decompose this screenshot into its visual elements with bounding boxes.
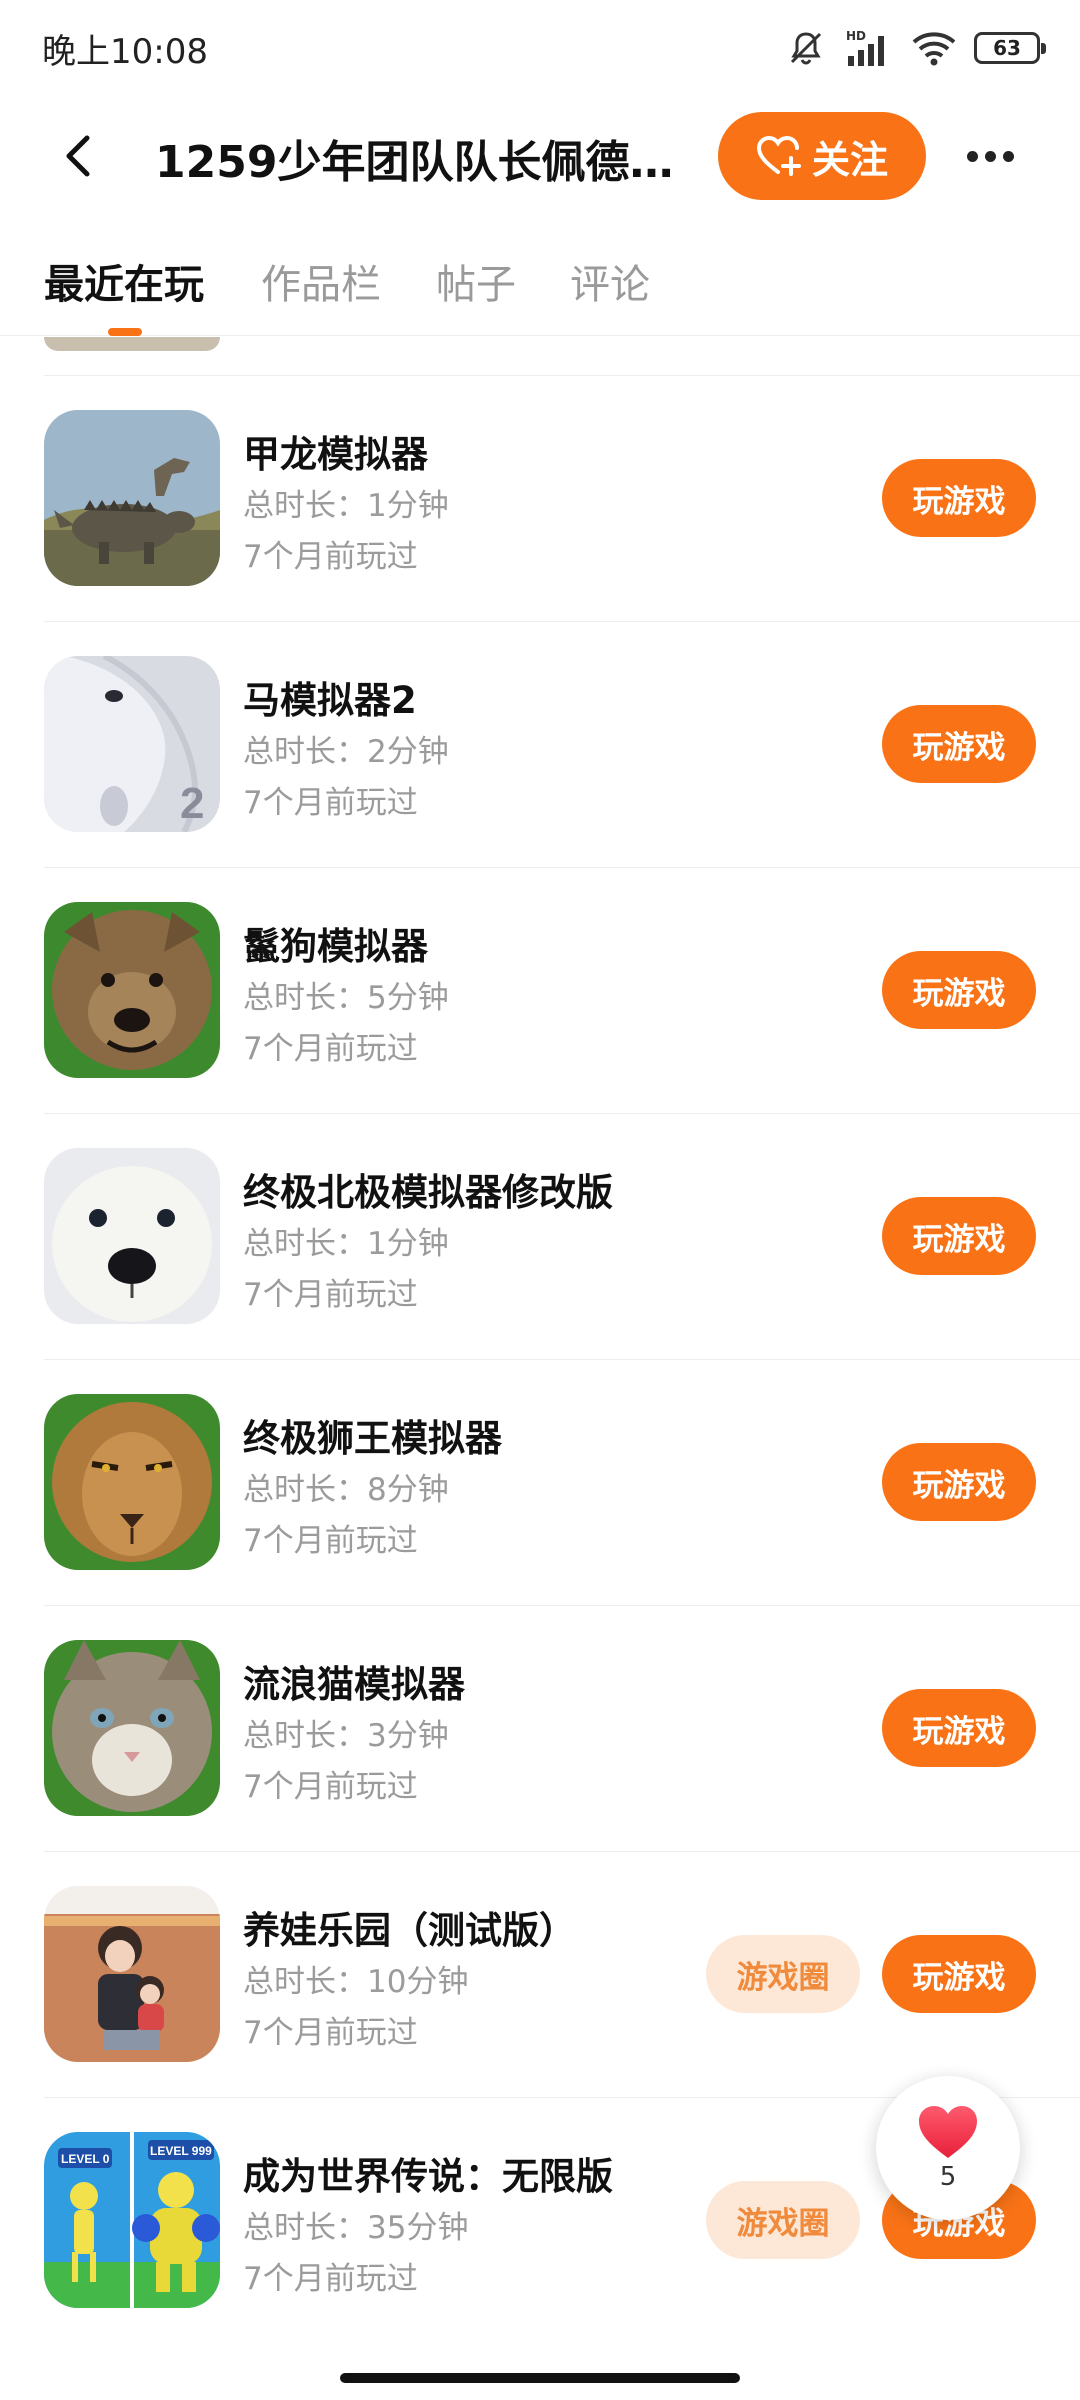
game-row[interactable]: 流浪猫模拟器 总时长：3分钟 7个月前玩过 玩游戏 (0, 1607, 1080, 1850)
mute-icon (786, 28, 826, 68)
status-bar: 晚上10:08 HD 63 (0, 0, 1080, 96)
game-row[interactable]: 甲龙模拟器 总时长：1分钟 7个月前玩过 玩游戏 (0, 377, 1080, 620)
divider (44, 621, 1080, 622)
polar-bear-icon (44, 1148, 220, 1324)
game-circle-button[interactable]: 游戏圈 (706, 2181, 860, 2259)
battery-icon: 63 (974, 32, 1046, 64)
game-row[interactable]: 鬣狗模拟器 总时长：5分钟 7个月前玩过 玩游戏 (0, 869, 1080, 1112)
follow-button[interactable]: 关注 (718, 112, 926, 200)
back-button[interactable] (54, 132, 102, 180)
chevron-left-icon (66, 135, 90, 177)
tab-indicator (108, 328, 142, 336)
game-row[interactable]: 养娃乐园（测试版） 总时长：10分钟 7个月前玩过 游戏圈 玩游戏 (0, 1853, 1080, 2096)
divider (44, 1605, 1080, 1606)
game-last-played: 7个月前玩过 (243, 2015, 418, 2051)
game-row[interactable]: 终极北极模拟器修改版 总时长：1分钟 7个月前玩过 玩游戏 (0, 1115, 1080, 1358)
game-last-played: 7个月前玩过 (243, 1769, 418, 1805)
game-row[interactable]: 终极狮王模拟器 总时长：8分钟 7个月前玩过 玩游戏 (0, 1361, 1080, 1604)
tab-reviews[interactable]: 评论 (570, 252, 650, 310)
more-dot (966, 150, 978, 162)
game-name: 养娃乐园（测试版） (243, 1909, 576, 1952)
more-dot (1002, 150, 1014, 162)
play-game-button[interactable]: 玩游戏 (882, 951, 1036, 1029)
status-icons: HD 63 (786, 28, 1046, 68)
game-duration: 总时长：10分钟 (243, 1964, 469, 2000)
tab-bar: 最近在玩 作品栏 帖子 评论 (0, 236, 1080, 336)
network-label: HD (846, 29, 866, 43)
game-duration: 总时长：2分钟 (243, 734, 449, 770)
game-last-played: 7个月前玩过 (243, 2261, 418, 2297)
page-title: 1259少年团队队长佩德罗的… (155, 137, 695, 188)
level-999-text: LEVEL 999 (150, 2144, 212, 2158)
status-time: 晚上10:08 (42, 31, 208, 72)
game-name: 鬣狗模拟器 (243, 925, 428, 968)
hyena-icon (44, 902, 220, 1078)
follow-label: 关注 (811, 137, 888, 182)
heart-icon (919, 2106, 977, 2158)
more-options-button[interactable] (960, 132, 1020, 180)
play-game-button[interactable]: 玩游戏 (882, 1443, 1036, 1521)
game-duration: 总时长：35分钟 (243, 2210, 469, 2246)
game-duration: 总时长：5分钟 (243, 980, 449, 1016)
game-name: 终极北极模拟器修改版 (243, 1171, 613, 1214)
heart-plus-icon (756, 136, 801, 176)
divider (44, 375, 1080, 376)
signal-icon: HD (844, 28, 894, 68)
game-circle-button[interactable]: 游戏圈 (706, 1935, 860, 2013)
tab-recently-played[interactable]: 最近在玩 (44, 252, 204, 310)
play-game-button[interactable]: 玩游戏 (882, 1935, 1036, 2013)
game-name: 流浪猫模拟器 (243, 1663, 465, 1706)
partial-game-icon (44, 337, 220, 351)
more-dot (984, 150, 996, 162)
game-duration: 总时长：1分钟 (243, 488, 449, 524)
game-last-played: 7个月前玩过 (243, 1523, 418, 1559)
ankylosaurus-icon (44, 410, 220, 586)
play-game-button[interactable]: 玩游戏 (882, 705, 1036, 783)
divider (44, 1359, 1080, 1360)
game-name: 甲龙模拟器 (243, 433, 428, 476)
game-name: 马模拟器2 (243, 679, 417, 722)
divider (44, 1851, 1080, 1852)
level-up-icon: LEVEL 0 LEVEL 999 (44, 2132, 220, 2308)
like-button[interactable]: 5 (876, 2076, 1020, 2220)
tab-posts[interactable]: 帖子 (436, 252, 516, 310)
kids-icon (44, 1886, 220, 2062)
play-game-button[interactable]: 玩游戏 (882, 1197, 1036, 1275)
cat-icon (44, 1640, 220, 1816)
game-name: 成为世界传说：无限版 (243, 2155, 613, 2198)
wifi-icon (912, 30, 956, 66)
divider (44, 1113, 1080, 1114)
game-name: 终极狮王模拟器 (243, 1417, 502, 1460)
game-last-played: 7个月前玩过 (243, 1031, 418, 1067)
game-last-played: 7个月前玩过 (243, 1277, 418, 1313)
lion-icon (44, 1394, 220, 1570)
home-indicator[interactable] (340, 2373, 740, 2383)
profile-header: 1259少年团队队长佩德罗的… 关注 (0, 96, 1080, 216)
play-game-button[interactable]: 玩游戏 (882, 459, 1036, 537)
like-count: 5 (939, 2162, 957, 2192)
horse-icon: 2 (44, 656, 220, 832)
game-duration: 总时长：3分钟 (243, 1718, 449, 1754)
game-duration: 总时长：8分钟 (243, 1472, 449, 1508)
game-last-played: 7个月前玩过 (243, 539, 418, 575)
recent-games-list: 甲龙模拟器 总时长：1分钟 7个月前玩过 玩游戏 2 马模拟器2 总时长：2分钟… (0, 337, 1080, 2337)
play-game-button[interactable]: 玩游戏 (882, 1689, 1036, 1767)
game-row[interactable]: 2 马模拟器2 总时长：2分钟 7个月前玩过 玩游戏 (0, 623, 1080, 866)
game-duration: 总时长：1分钟 (243, 1226, 449, 1262)
tab-works[interactable]: 作品栏 (261, 252, 381, 310)
divider (44, 867, 1080, 868)
level-0-text: LEVEL 0 (61, 2152, 110, 2166)
svg-text:2: 2 (180, 779, 204, 828)
game-last-played: 7个月前玩过 (243, 785, 418, 821)
